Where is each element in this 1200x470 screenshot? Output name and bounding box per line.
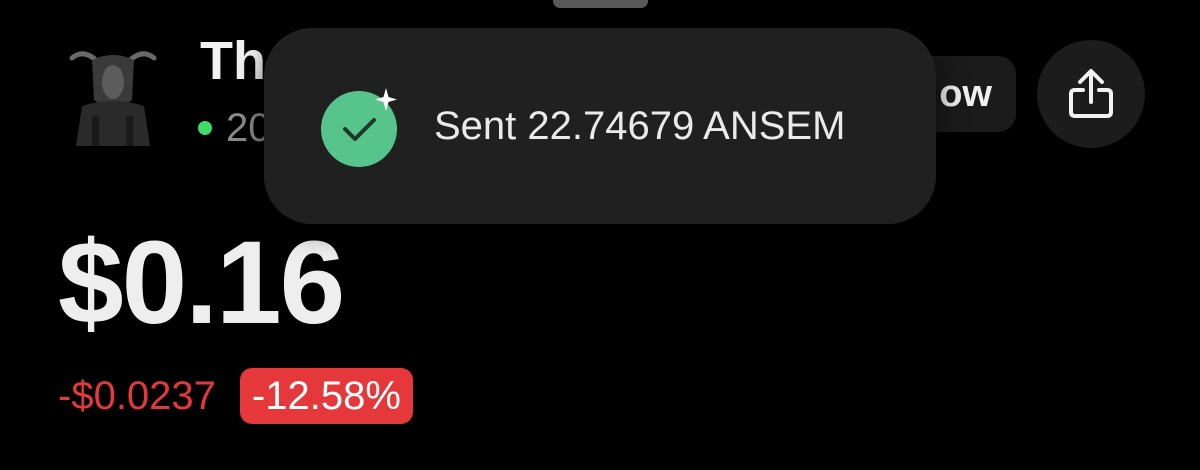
- toast-message: Sent 22.74679 ANSEM: [434, 104, 846, 148]
- sheet-grabber[interactable]: [553, 0, 648, 8]
- follow-button-label: ow: [939, 72, 992, 115]
- check-circle-icon: [320, 86, 402, 168]
- online-dot-icon: [198, 121, 212, 135]
- price-change-percent-badge: -12.58%: [239, 368, 413, 424]
- token-price: $0.16: [58, 217, 345, 349]
- toast-notification[interactable]: Sent 22.74679 ANSEM: [264, 28, 936, 224]
- holders-row: 20: [198, 108, 271, 148]
- share-icon: [1069, 69, 1113, 118]
- share-button[interactable]: [1037, 40, 1145, 148]
- token-avatar: [62, 40, 164, 146]
- price-change-absolute: -$0.0237: [58, 374, 216, 418]
- price-change-row: -$0.0237 -12.58%: [58, 368, 413, 424]
